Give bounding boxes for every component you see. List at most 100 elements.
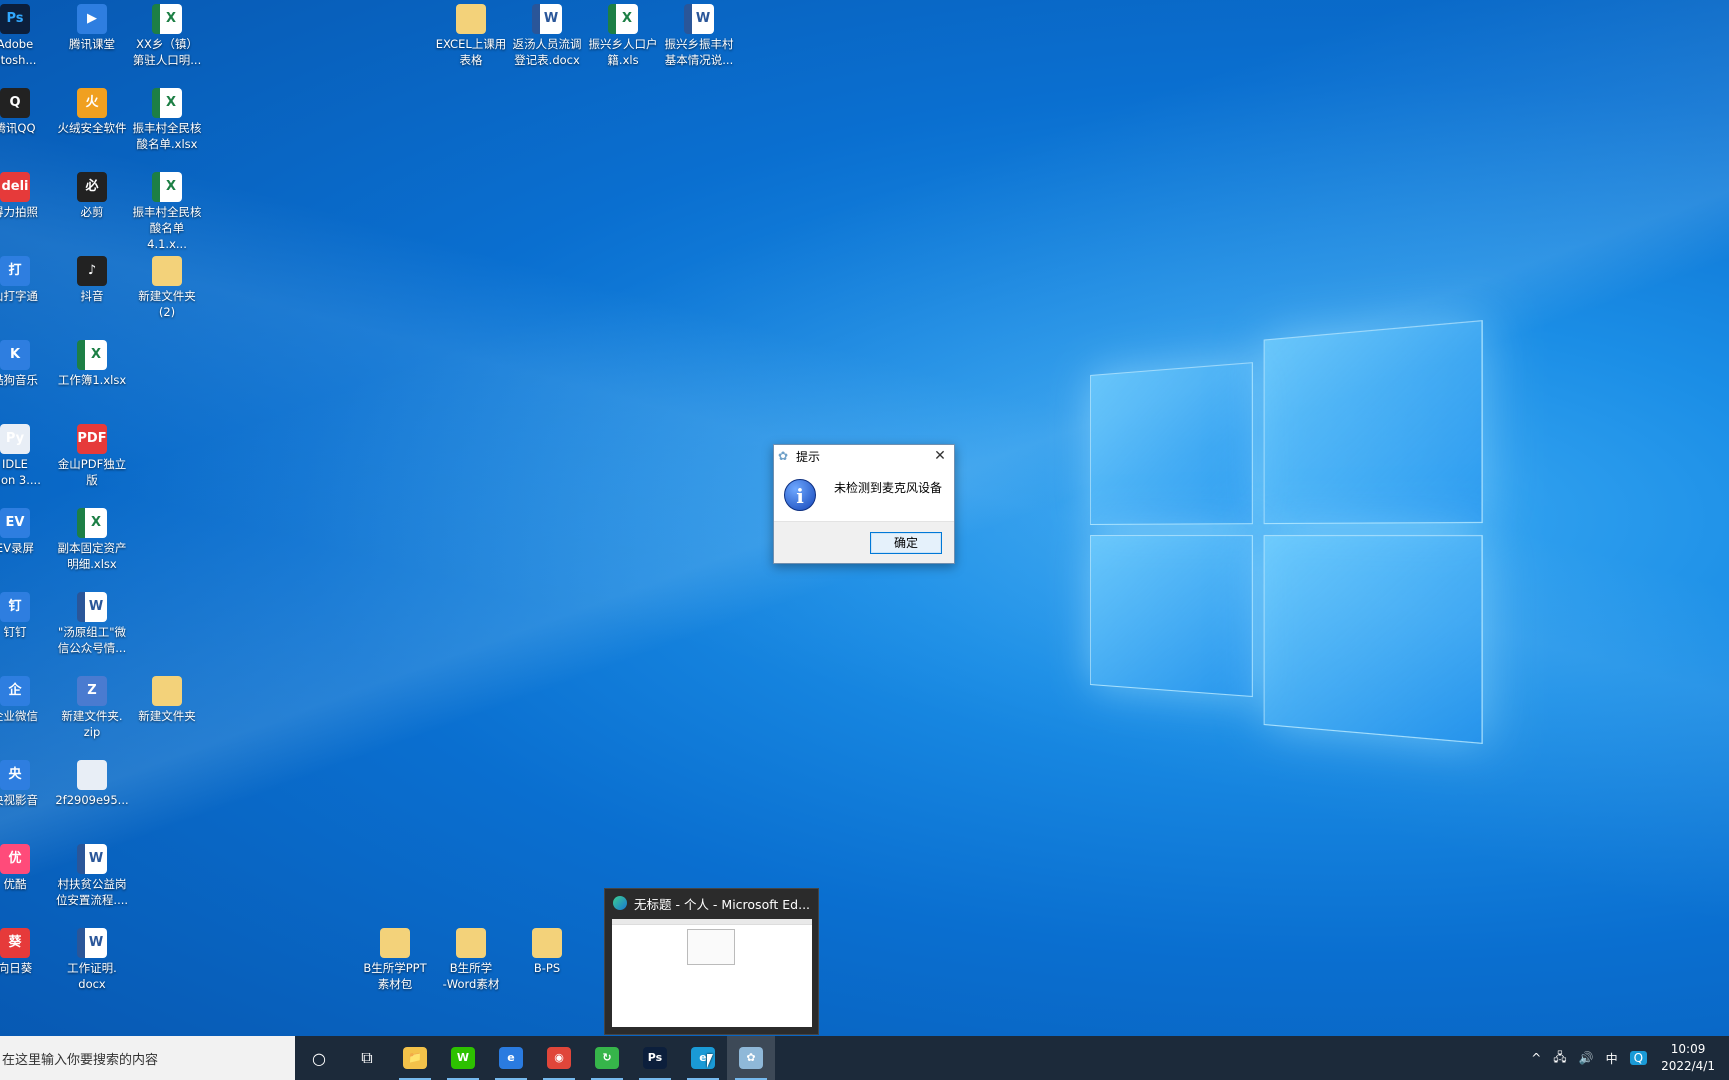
desktop-icon[interactable]: X 振丰村全民核 酸名单4.1.x... [130,172,204,252]
desktop-icon[interactable]: 打山打字通 [0,256,52,304]
clock-time: 10:09 [1661,1041,1715,1058]
desktop-icon[interactable]: W 工作证明. docx [55,928,129,992]
desktop-icon[interactable]: X 振兴乡人口户 籍.xls [586,4,660,68]
edge-button[interactable]: e [679,1036,727,1080]
cortana-button[interactable]: ○ [295,1036,343,1080]
dialog-message: 未检测到麦克风设备 [834,479,942,496]
edge-icon [613,896,627,910]
desktop-icon[interactable]: PDF 金山PDF独立 版 [55,424,129,488]
desktop-icon[interactable]: X XX乡（镇） 第驻人口明... [130,4,204,68]
tencent-classroom-icon: ▶ [77,4,107,34]
desktop-icon-label: 腾讯QQ [0,121,36,135]
desktop-icon[interactable]: 央央视影音 [0,760,52,808]
tray-app-icon[interactable]: Q [1630,1051,1647,1065]
desktop-icon[interactable]: 新建文件夹 (2) [130,256,204,320]
desktop-icon-label: 振丰村全民核 酸名单.xlsx [133,121,202,151]
desktop-icon[interactable]: Q 腾讯QQ [0,88,52,136]
desktop-icon[interactable]: B生所学PPT 素材包 [358,928,432,992]
desktop-icon-label: B生所学 -Word素材 [443,961,500,991]
excel-file-icon: X [152,172,182,202]
folder-icon [456,4,486,34]
cortana-icon: ○ [312,1049,326,1068]
pdf-icon: PDF [77,424,107,454]
desktop-icon[interactable]: ♪ 抖音 [55,256,129,304]
desktop-icon-label: 央视影音 [0,793,38,807]
desktop-icon[interactable]: 葵向日葵 [0,928,52,976]
desktop-icon[interactable]: 优优酷 [0,844,52,892]
wechat-button[interactable]: W [439,1036,487,1080]
word-file-icon: W [532,4,562,34]
photoshop-button[interactable]: Ps [631,1036,679,1080]
wecom-icon: 企 [0,676,30,706]
desktop-icon-label: 金山PDF独立 版 [58,457,126,487]
desktop-icon-label: IDLE thon 3.... [0,457,41,487]
deli-camera-icon: deli [0,172,30,202]
desktop-icon-label: 山打字通 [0,289,38,303]
desktop-icon-label: 抖音 [81,289,104,303]
network-icon[interactable]: 🖧 [1553,1048,1566,1069]
desktop-icon-label: B-PS [534,961,560,975]
ime-indicator[interactable]: 中 [1606,1050,1618,1067]
chevron-up-icon[interactable]: ^ [1531,1051,1541,1065]
photoshop-icon: Ps [643,1047,667,1069]
desktop-icon[interactable]: PyIDLE thon 3.... [0,424,52,488]
clock[interactable]: 10:09 2022/4/1 [1661,1041,1715,1075]
desktop-icon[interactable]: W "汤原组工"微 信公众号情... [55,592,129,656]
ok-button[interactable]: 确定 [870,532,942,554]
youku-icon: 优 [0,844,30,874]
desktop-icon-label: EV录屏 [0,541,34,555]
active-app-button[interactable]: ✿ [727,1036,775,1080]
desktop-icon[interactable]: deli 得力拍照 [0,172,52,220]
volume-icon[interactable]: 🔊 [1579,1051,1594,1065]
active-app-icon: ✿ [739,1047,763,1069]
dingtalk-icon: 钉 [0,592,30,622]
sunlogin-icon: 葵 [0,928,30,958]
desktop-icon-label: Adobe otosh... [0,37,36,67]
green-app-icon: ↻ [595,1047,619,1069]
clock-date: 2022/4/1 [1661,1058,1715,1075]
excel-file-icon: X [152,88,182,118]
desktop-icon[interactable]: EV EV录屏 [0,508,52,556]
desktop-icon-label: 返汤人员流调 登记表.docx [513,37,582,67]
dialog-title: 提示 [796,448,820,465]
desktop-icon[interactable]: X 工作簿1.xlsx [55,340,129,388]
kugou-icon: K [0,340,30,370]
desktop-icon[interactable]: 2f2909e95... [55,760,129,808]
desktop-icon[interactable]: B-PS [510,928,584,976]
desktop-icon[interactable]: X 副本固定资产 明细.xlsx [55,508,129,572]
desktop-icon[interactable]: ▶ 腾讯课堂 [55,4,129,52]
system-tray: ^ 🖧 🔊 中 Q 10:09 2022/4/1 [1525,1036,1729,1080]
desktop-icon[interactable]: W 村扶贫公益岗 位安置流程.... [55,844,129,908]
desktop-icon-label: 酷狗音乐 [0,373,38,387]
desktop-icon-label: 振兴乡振丰村 基本情况说... [665,37,734,67]
desktop-icon[interactable]: Z 新建文件夹. zip [55,676,129,740]
app-icon: ✿ [778,449,792,463]
desktop-icon[interactable]: W 振兴乡振丰村 基本情况说... [662,4,736,68]
desktop-icon[interactable]: PsAdobe otosh... [0,4,52,68]
desktop-icon-label: 钉钉 [4,625,27,639]
chrome-button[interactable]: ◉ [535,1036,583,1080]
desktop-icon[interactable]: 企企业微信 [0,676,52,724]
task-view-button[interactable]: ⧉ [343,1036,391,1080]
desktop-icon[interactable]: 钉钉钉 [0,592,52,640]
desktop-icon[interactable]: X 振丰村全民核 酸名单.xlsx [130,88,204,152]
desktop-icon[interactable]: 新建文件夹 [130,676,204,724]
excel-file-icon: X [77,340,107,370]
file-explorer-icon: 📁 [403,1047,427,1069]
green-app-button[interactable]: ↻ [583,1036,631,1080]
desktop-icon[interactable]: 必必剪 [55,172,129,220]
folder-icon [152,676,182,706]
desktop-icon[interactable]: K 酷狗音乐 [0,340,52,388]
taskbar-thumbnail[interactable]: 无标题 - 个人 - Microsoft Ed... [604,888,819,1035]
file-explorer-button[interactable]: 📁 [391,1036,439,1080]
search-input[interactable]: 在这里输入你要搜索的内容 [0,1036,295,1080]
desktop-icon[interactable]: 火火绒安全软件 [55,88,129,136]
desktop-icon[interactable]: EXCEL上课用 表格 [434,4,508,68]
mouse-cursor [707,1054,713,1068]
close-icon[interactable]: ✕ [932,448,948,464]
desktop-icon[interactable]: W 返汤人员流调 登记表.docx [510,4,584,68]
excel-file-icon: X [608,4,638,34]
desktop-icon[interactable]: B生所学 -Word素材 [434,928,508,992]
browser-360-button[interactable]: e [487,1036,535,1080]
bijian-icon: 必 [77,172,107,202]
